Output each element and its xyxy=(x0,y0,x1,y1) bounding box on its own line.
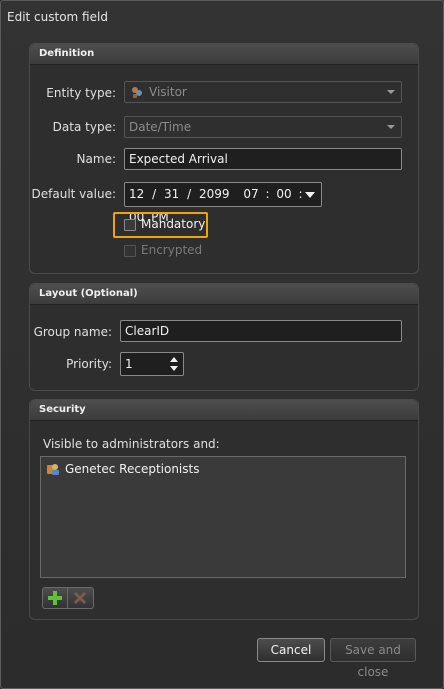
year-value[interactable]: 2099 xyxy=(199,187,230,201)
date-separator: / xyxy=(187,187,192,201)
name-input[interactable]: Expected Arrival xyxy=(124,148,402,170)
day-value[interactable]: 31 xyxy=(164,187,179,201)
chevron-down-icon xyxy=(387,90,395,94)
layout-group: Layout (Optional) Group name: ClearID Pr… xyxy=(29,283,419,391)
encrypted-label: Encrypted xyxy=(141,243,203,257)
dialog-title: Edit custom field xyxy=(7,10,108,24)
name-label: Name: xyxy=(76,152,116,166)
visitor-icon xyxy=(132,87,142,98)
list-item-label: Genetec Receptionists xyxy=(65,462,200,476)
data-type-label: Data type: xyxy=(52,120,116,134)
mandatory-label: Mandatory xyxy=(141,217,206,231)
security-header: Security xyxy=(30,400,418,421)
default-value-label: Default value: xyxy=(31,187,116,201)
visible-to-label: Visible to administrators and: xyxy=(43,437,220,451)
date-separator: / xyxy=(152,187,157,201)
priority-stepper[interactable]: 1 xyxy=(120,352,184,376)
plus-icon xyxy=(48,591,62,605)
add-button[interactable] xyxy=(42,587,68,609)
definition-header: Definition xyxy=(30,44,418,65)
name-input-value: Expected Arrival xyxy=(129,152,228,166)
list-item[interactable]: Genetec Receptionists xyxy=(46,460,199,478)
entity-type-value: Visitor xyxy=(149,85,187,99)
datetime-dropdown-button[interactable] xyxy=(305,192,315,198)
priority-value: 1 xyxy=(125,357,133,371)
entity-type-select[interactable]: Visitor xyxy=(124,81,402,103)
mandatory-checkbox[interactable] xyxy=(124,219,136,231)
layout-header: Layout (Optional) xyxy=(30,284,418,305)
time-separator: : xyxy=(298,187,303,201)
remove-button[interactable] xyxy=(68,587,94,609)
user-group-icon xyxy=(47,464,59,475)
hour-value[interactable]: 07 xyxy=(243,187,258,201)
increment-arrow-icon[interactable] xyxy=(170,357,178,362)
minute-value[interactable]: 00 xyxy=(276,187,291,201)
data-type-value: Date/Time xyxy=(129,120,192,134)
default-value-datetime-picker[interactable]: 12 / 31 / 2099 07 : 00 : 00 PM xyxy=(124,182,322,224)
entity-type-label: Entity type: xyxy=(46,86,116,100)
data-type-select[interactable]: Date/Time xyxy=(124,116,402,138)
cancel-button[interactable]: Cancel xyxy=(257,638,325,662)
group-name-label: Group name: xyxy=(33,325,112,339)
security-group: Security Visible to administrators and: … xyxy=(29,399,419,620)
edit-custom-field-dialog: Edit custom field Definition Entity type… xyxy=(0,0,444,689)
time-separator: : xyxy=(265,187,270,201)
save-and-close-button[interactable]: Save and close xyxy=(330,638,416,679)
priority-label: Priority: xyxy=(66,357,112,371)
close-icon xyxy=(74,592,86,604)
chevron-down-icon xyxy=(387,125,395,129)
group-name-value: ClearID xyxy=(125,324,170,338)
group-name-input[interactable]: ClearID xyxy=(120,320,402,342)
month-value[interactable]: 12 xyxy=(129,187,144,201)
definition-group: Definition Entity type: Visitor Data typ… xyxy=(29,43,419,274)
visible-to-list[interactable]: Genetec Receptionists xyxy=(40,456,406,578)
encrypted-checkbox[interactable] xyxy=(124,245,136,257)
decrement-arrow-icon[interactable] xyxy=(170,366,178,371)
